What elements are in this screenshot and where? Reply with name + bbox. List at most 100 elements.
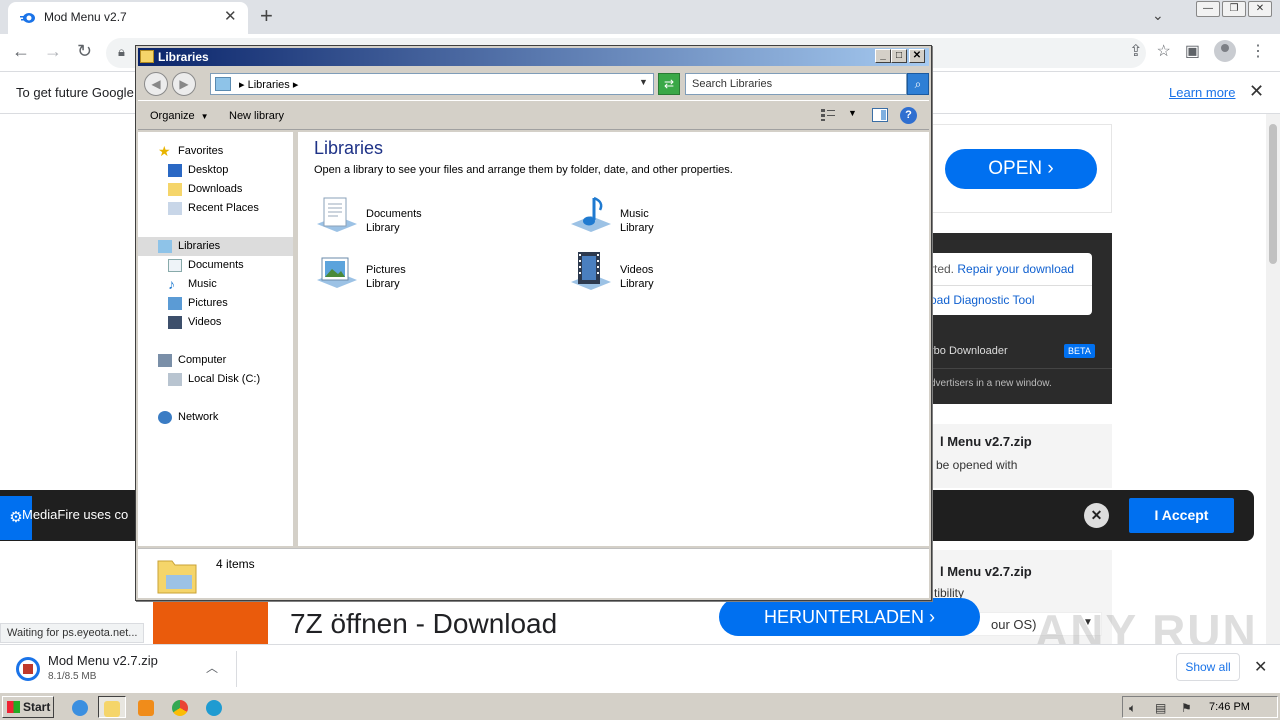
accept-button[interactable]: I Accept <box>1129 498 1234 533</box>
minimize-button[interactable]: — <box>1196 1 1220 17</box>
browser-tab[interactable]: Mod Menu v2.7 ✕ <box>8 2 248 34</box>
page-scrollbar[interactable] <box>1266 114 1280 644</box>
library-documents[interactable]: Documents Library <box>314 194 514 244</box>
explorer-window: Libraries _ □ ✕ ◀ ▶ ▸ Libraries ▸ ▼ ⇄ Se… <box>135 45 932 601</box>
library-music[interactable]: Music Library <box>568 194 768 244</box>
new-library-button[interactable]: New library <box>229 110 284 122</box>
media-player-icon[interactable] <box>132 696 160 718</box>
clock[interactable]: 7:46 PM <box>1209 701 1250 713</box>
file-desc: be opened with <box>936 458 1018 472</box>
nav-item-desktop[interactable]: Desktop <box>138 161 293 180</box>
menu-kebab-icon[interactable]: ⋮ <box>1250 41 1266 61</box>
explorer-address-bar[interactable]: ▸ Libraries ▸ ▼ <box>210 73 654 95</box>
nav-favorites[interactable]: ★ Favorites <box>138 142 293 161</box>
file-name: l Menu v2.7.zip <box>940 564 1032 579</box>
nav-network[interactable]: Network <box>138 408 293 427</box>
forward-arrow-icon[interactable]: → <box>44 41 62 62</box>
tab-search-chevron-icon[interactable]: ⌄ <box>1152 7 1164 24</box>
view-dropdown-icon[interactable]: ▼ <box>848 108 857 118</box>
shelf-close-icon[interactable]: ✕ <box>1254 657 1267 677</box>
explorer-icon[interactable] <box>98 696 126 718</box>
library-pictures[interactable]: Pictures Library <box>314 250 514 300</box>
open-button[interactable]: OPEN › <box>945 149 1097 189</box>
explorer-nav-bar: ◀ ▶ ▸ Libraries ▸ ▼ ⇄ Search Libraries ⌕ <box>138 68 929 98</box>
nav-computer[interactable]: Computer <box>138 351 293 370</box>
nav-libraries[interactable]: Libraries <box>138 237 293 256</box>
profile-avatar[interactable] <box>1214 40 1236 62</box>
page-description: Open a library to see your files and arr… <box>314 164 733 176</box>
nav-item-documents[interactable]: Documents <box>138 256 293 275</box>
search-input[interactable]: Search Libraries <box>685 73 907 95</box>
libraries-folder-icon <box>157 560 197 594</box>
documents-icon <box>168 259 182 272</box>
open-card: OPEN › <box>930 124 1112 213</box>
back-arrow-icon[interactable]: ◀ <box>144 72 168 96</box>
show-all-button[interactable]: Show all <box>1176 653 1240 681</box>
diagnostic-link[interactable]: oad Diagnostic Tool <box>930 293 1035 307</box>
dropdown-arrow-icon: ▼ <box>200 112 209 121</box>
scrollbar-thumb[interactable] <box>1269 124 1277 264</box>
chevron-up-icon[interactable]: ︿ <box>206 659 218 676</box>
explorer-title-bar[interactable]: Libraries _ □ ✕ <box>138 48 929 66</box>
side-panel-icon[interactable]: ▣ <box>1185 41 1200 61</box>
help-icon[interactable]: ? <box>900 107 917 124</box>
search-icon[interactable]: ⌕ <box>907 73 929 95</box>
nav-item-pictures[interactable]: Pictures <box>138 294 293 313</box>
close-button[interactable]: ✕ <box>909 49 925 63</box>
network-icon[interactable]: ▤ <box>1155 701 1166 715</box>
tab-close-icon[interactable]: ✕ <box>224 7 237 25</box>
volume-icon[interactable]: 🔈︎ <box>1129 701 1136 716</box>
new-tab-button[interactable]: + <box>260 3 273 29</box>
refresh-icon[interactable]: ⇄ <box>658 73 680 95</box>
item-count: 4 items <box>216 557 255 571</box>
edge-icon[interactable] <box>200 696 228 718</box>
videos-icon <box>168 316 182 329</box>
back-arrow-icon[interactable]: ← <box>12 41 30 62</box>
cookie-close-icon[interactable]: ✕ <box>1084 503 1109 528</box>
lock-icon[interactable]: 🔒︎ <box>118 44 125 60</box>
learn-more-link[interactable]: Learn more <box>1169 85 1235 100</box>
download-button[interactable]: HERUNTERLADEN › <box>719 598 980 636</box>
download-file-name[interactable]: Mod Menu v2.7.zip <box>48 653 158 668</box>
ad-headline[interactable]: 7Z öffnen - Download <box>290 608 557 640</box>
ie-icon[interactable] <box>66 696 94 718</box>
chrome-icon[interactable] <box>166 696 194 718</box>
navigation-pane: ★ Favorites Desktop Downloads Recent Pla… <box>138 132 296 546</box>
libraries-icon <box>158 240 172 253</box>
restore-button[interactable]: ❐ <box>1222 1 1246 17</box>
share-icon[interactable]: ⇪ <box>1129 41 1142 61</box>
computer-icon <box>158 354 172 367</box>
music-note-icon: ♪ <box>168 276 175 292</box>
nav-item-recent-places[interactable]: Recent Places <box>138 199 293 218</box>
view-options-icon[interactable] <box>820 108 836 122</box>
bookmark-star-icon[interactable]: ☆ <box>1157 41 1171 61</box>
repair-link[interactable]: Repair your download <box>957 262 1074 276</box>
divider <box>930 368 1112 369</box>
address-dropdown-icon[interactable]: ▼ <box>639 77 648 87</box>
action-center-flag-icon[interactable]: ⚑ <box>1181 701 1192 715</box>
close-window-button[interactable]: ✕ <box>1248 1 1272 17</box>
library-videos[interactable]: Videos Library <box>568 250 768 300</box>
breadcrumb[interactable]: ▸ Libraries ▸ <box>239 78 298 91</box>
start-button[interactable]: Start <box>2 696 54 718</box>
cookie-text: MediaFire uses co <box>22 507 129 522</box>
reload-icon[interactable]: ↻ <box>77 41 92 62</box>
infobar-close-icon[interactable]: ✕ <box>1249 81 1264 102</box>
videos-library-icon <box>571 252 611 290</box>
preview-pane-icon[interactable] <box>872 108 888 122</box>
taskbar: Start 🔈︎ ▤ ⚑ 7:46 PM <box>0 692 1280 720</box>
organize-button[interactable]: Organize ▼ <box>150 110 209 122</box>
nav-item-downloads[interactable]: Downloads <box>138 180 293 199</box>
nav-item-local-disk[interactable]: Local Disk (C:) <box>138 370 293 389</box>
file-info-card: l Menu v2.7.zip be opened with <box>930 424 1112 488</box>
toolbar-actions: ⇪ ☆ ▣ ⋮ <box>1129 40 1266 62</box>
forward-arrow-icon[interactable]: ▶ <box>172 72 196 96</box>
browser-tab-bar: Mod Menu v2.7 ✕ + ⌄ — ❐ ✕ <box>0 0 1280 34</box>
maximize-button[interactable]: □ <box>891 49 907 63</box>
nav-item-music[interactable]: ♪ Music <box>138 275 293 294</box>
nav-item-videos[interactable]: Videos <box>138 313 293 332</box>
explorer-command-bar: Organize ▼ New library ▼ ? <box>138 100 929 130</box>
minimize-button[interactable]: _ <box>875 49 891 63</box>
page-title: Libraries <box>314 138 384 158</box>
beta-badge: BETA <box>1064 344 1095 358</box>
